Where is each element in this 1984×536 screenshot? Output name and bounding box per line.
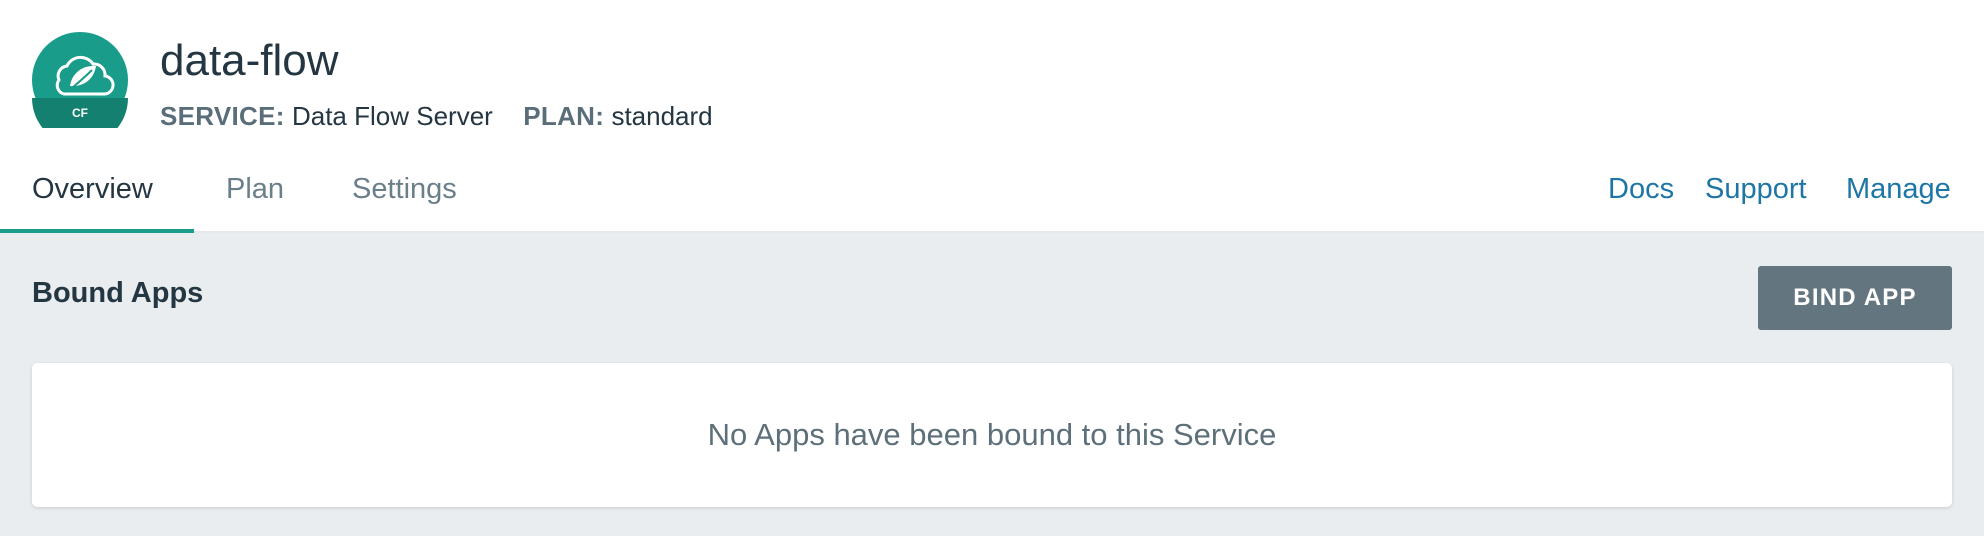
bind-app-button[interactable]: BIND APP [1758, 266, 1952, 330]
service-key-label: SERVICE: [160, 101, 285, 131]
bound-apps-title: Bound Apps [32, 277, 204, 309]
service-meta: SERVICE: Data Flow Server PLAN: standard [160, 100, 713, 132]
plan-value: standard [611, 101, 713, 131]
service-name: data-flow [160, 36, 339, 85]
empty-state-message: No Apps have been bound to this Service [707, 417, 1277, 452]
manage-link[interactable]: Manage [1846, 145, 1951, 233]
logo-badge: CF [72, 106, 88, 120]
service-logo-icon: CF [32, 32, 128, 128]
empty-state-card: No Apps have been bound to this Service [32, 363, 1952, 507]
service-value: Data Flow Server [291, 101, 493, 131]
docs-link[interactable]: Docs [1608, 145, 1674, 233]
bound-apps-panel: Bound Apps BIND APP No Apps have been bo… [0, 233, 1984, 536]
service-header: CF data-flow SERVICE: Data Flow Server P… [0, 0, 1984, 145]
support-link[interactable]: Support [1705, 145, 1807, 233]
plan-key-label: PLAN: [523, 101, 605, 131]
tab-settings[interactable]: Settings [352, 145, 457, 233]
tab-bar: Overview Plan Settings Docs Support Mana… [0, 145, 1984, 233]
tab-plan[interactable]: Plan [226, 145, 284, 233]
tab-overview[interactable]: Overview [32, 145, 153, 233]
